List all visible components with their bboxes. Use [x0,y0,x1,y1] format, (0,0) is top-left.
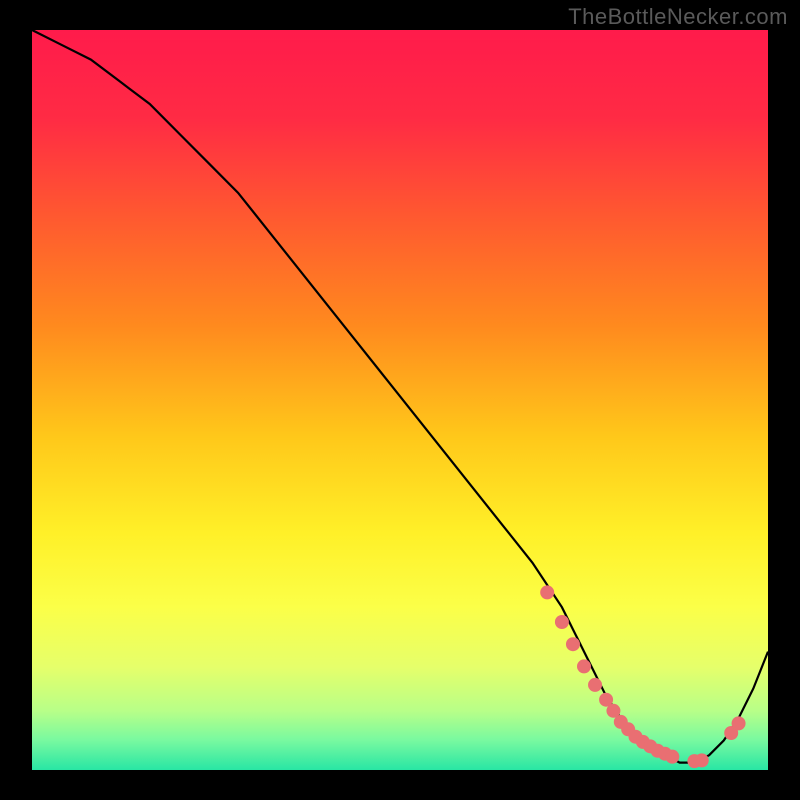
data-point-marker [555,615,569,629]
data-point-marker [665,750,679,764]
data-point-marker [732,716,746,730]
data-point-marker [695,753,709,767]
watermark-text: TheBottleNecker.com [568,4,788,30]
chart-frame: TheBottleNecker.com [0,0,800,800]
data-point-marker [566,637,580,651]
data-point-marker [588,678,602,692]
chart-background [32,30,768,770]
data-point-marker [540,585,554,599]
data-point-marker [577,659,591,673]
chart-svg [32,30,768,770]
